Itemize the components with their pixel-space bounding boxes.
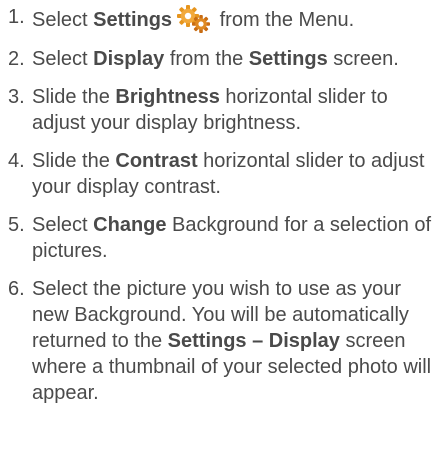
step-text-segment: Slide the (32, 150, 116, 172)
step-6: 6. Select the picture you wish to use as … (8, 276, 440, 406)
step-2: 2. Select Display from the Settings scree… (8, 46, 440, 72)
step-text: Select Settings from the Menu. (32, 4, 440, 34)
step-3: 3. Slide the Brightness horizontal slider… (8, 84, 440, 136)
step-text: Select Change Background for a selection… (32, 212, 440, 264)
step-keyword: Settings – Display (167, 330, 340, 352)
step-text-segment: from the Menu. (214, 9, 355, 31)
step-text-segment: Select (32, 214, 94, 236)
step-1: 1. Select Settings from the Menu. (8, 4, 440, 34)
step-text: Select Display from the Settings screen. (32, 46, 440, 72)
step-keyword: Display (93, 48, 165, 70)
step-text-segment: from the (164, 48, 249, 70)
step-number: 6. (8, 278, 25, 300)
step-text-segment: Slide the (32, 86, 116, 108)
step-number: 2. (8, 48, 25, 70)
step-number: 1. (8, 6, 25, 28)
step-keyword: Brightness (115, 86, 220, 108)
settings-gear-icon (177, 5, 211, 33)
step-text-segment: screen. (327, 48, 399, 70)
step-keyword: Contrast (115, 150, 198, 172)
step-keyword: Settings (93, 9, 173, 31)
step-number: 3. (8, 86, 25, 108)
step-text-segment: Select (32, 9, 94, 31)
step-number: 4. (8, 150, 25, 172)
step-4: 4. Slide the Contrast horizontal slider t… (8, 148, 440, 200)
step-5: 5. Select Change Background for a selecti… (8, 212, 440, 264)
instruction-list: 1. Select Settings from the Menu. 2. Sel… (8, 4, 440, 418)
step-text: Select the picture you wish to use as yo… (32, 276, 440, 406)
step-keyword: Settings (248, 48, 328, 70)
step-keyword: Change (93, 214, 167, 236)
step-text: Slide the Brightness horizontal slider t… (32, 84, 440, 136)
step-number: 5. (8, 214, 25, 236)
step-text: Slide the Contrast horizontal slider to … (32, 148, 440, 200)
step-text-segment: Select (32, 48, 94, 70)
